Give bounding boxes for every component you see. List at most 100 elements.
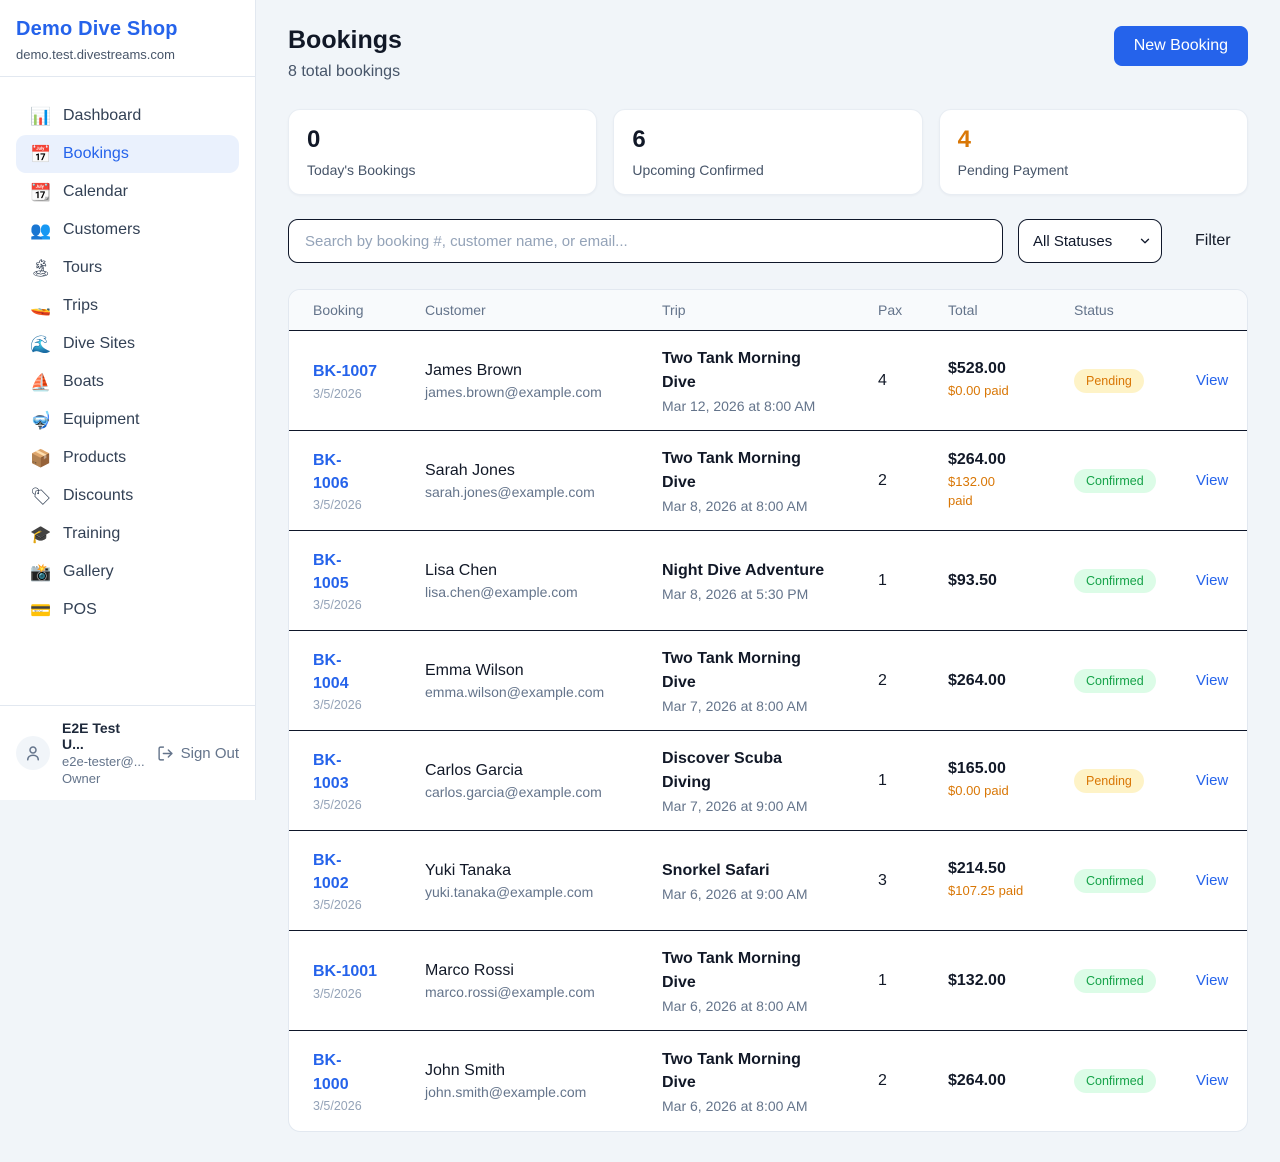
sidebar-item-dashboard[interactable]: 📊 Dashboard — [16, 97, 239, 135]
sidebar-item-bookings[interactable]: 📅 Bookings — [16, 135, 239, 173]
sidebar-item-boats[interactable]: ⛵ Boats — [16, 363, 239, 401]
table-header-row: BookingCustomerTripPaxTotalStatus — [289, 290, 1247, 331]
total-amount: $528.00 — [948, 360, 1062, 378]
sidebar-item-products[interactable]: 📦 Products — [16, 439, 239, 477]
customer-email: emma.wilson@example.com — [425, 684, 650, 700]
booking-date: 3/5/2026 — [313, 898, 413, 912]
sidebar-item-dive-sites[interactable]: 🌊 Dive Sites — [16, 325, 239, 363]
pax-count: 1 — [878, 972, 948, 990]
view-link[interactable]: View — [1196, 372, 1228, 389]
user-role: Owner — [62, 771, 145, 786]
sign-out-button[interactable]: Sign Out — [157, 745, 239, 762]
view-link[interactable]: View — [1196, 972, 1228, 989]
total-amount: $264.00 — [948, 672, 1062, 690]
table-body: BK-1007 3/5/2026 James Brown james.brown… — [289, 331, 1247, 1131]
table-row: BK-1002 3/5/2026 Yuki Tanaka yuki.tanaka… — [289, 831, 1247, 931]
sidebar-item-customers[interactable]: 👥 Customers — [16, 211, 239, 249]
user-info: E2E Test U... e2e-tester@... Owner — [62, 720, 145, 786]
view-link[interactable]: View — [1196, 672, 1228, 689]
customer-email: john.smith@example.com — [425, 1084, 650, 1100]
booking-id-link[interactable]: BK-1006 — [313, 449, 359, 495]
new-booking-button[interactable]: New Booking — [1114, 26, 1248, 66]
bar-chart-icon: 📊 — [30, 108, 50, 125]
credit-card-icon: 💳 — [30, 602, 50, 619]
view-link[interactable]: View — [1196, 472, 1228, 489]
booking-date: 3/5/2026 — [313, 1099, 413, 1113]
total-amount: $264.00 — [948, 1072, 1062, 1090]
sidebar-item-gallery[interactable]: 📸 Gallery — [16, 553, 239, 591]
booking-id-link[interactable]: BK-1002 — [313, 849, 359, 895]
view-link[interactable]: View — [1196, 1072, 1228, 1089]
sidebar-item-trips[interactable]: 🚤 Trips — [16, 287, 239, 325]
customer-name: Yuki Tanaka — [425, 862, 650, 880]
sidebar-item-calendar[interactable]: 📆 Calendar — [16, 173, 239, 211]
camera-flash-icon: 📸 — [30, 564, 50, 581]
people-icon: 👥 — [30, 222, 50, 239]
sidebar-item-equipment[interactable]: 🤿 Equipment — [16, 401, 239, 439]
customer-name: James Brown — [425, 362, 650, 380]
wave-icon: 🌊 — [30, 336, 50, 353]
sidebar-item-training[interactable]: 🎓 Training — [16, 515, 239, 553]
stats-row: 0Today's Bookings6Upcoming Confirmed4Pen… — [288, 109, 1248, 195]
pax-count: 1 — [878, 772, 948, 790]
status-badge: Confirmed — [1074, 1069, 1156, 1093]
filter-row: All Statuses Filter — [288, 219, 1248, 263]
booking-id-link[interactable]: BK-1004 — [313, 649, 359, 695]
booking-id-link[interactable]: BK-1005 — [313, 549, 359, 595]
table-row: BK-1006 3/5/2026 Sarah Jones sarah.jones… — [289, 431, 1247, 531]
page-title-block: Bookings 8 total bookings — [288, 26, 402, 81]
shop-domain: demo.test.divestreams.com — [16, 47, 239, 62]
booking-id-link[interactable]: BK-1007 — [313, 360, 377, 383]
stat-label: Today's Bookings — [307, 162, 578, 178]
paid-amount: $107.25 paid — [948, 882, 1062, 900]
booking-date: 3/5/2026 — [313, 598, 413, 612]
booking-id-link[interactable]: BK-1003 — [313, 749, 359, 795]
view-link[interactable]: View — [1196, 572, 1228, 589]
avatar — [16, 736, 50, 770]
paid-amount: $0.00 paid — [948, 782, 1062, 800]
status-filter-wrap: All Statuses — [1018, 219, 1162, 263]
user-name: E2E Test U... — [62, 720, 145, 752]
pax-count: 4 — [878, 372, 948, 390]
person-icon — [24, 744, 42, 762]
stat-value: 4 — [958, 126, 1229, 154]
view-link[interactable]: View — [1196, 872, 1228, 889]
column-header-pax: Pax — [878, 302, 948, 318]
trip-name: Discover Scuba Diving — [662, 747, 832, 793]
table-row: BK-1005 3/5/2026 Lisa Chen lisa.chen@exa… — [289, 531, 1247, 631]
booking-id-link[interactable]: BK-1000 — [313, 1049, 359, 1095]
sidebar-item-tours[interactable]: 🏝 Tours — [16, 249, 239, 287]
customer-email: lisa.chen@example.com — [425, 584, 650, 600]
booking-date: 3/5/2026 — [313, 498, 413, 512]
sidebar-item-discounts[interactable]: 🏷 Discounts — [16, 477, 239, 515]
user-footer: E2E Test U... e2e-tester@... Owner Sign … — [0, 705, 255, 800]
filter-button[interactable]: Filter — [1195, 232, 1231, 250]
booking-date: 3/5/2026 — [313, 798, 413, 812]
stat-value: 6 — [632, 126, 903, 154]
customer-email: sarah.jones@example.com — [425, 484, 650, 500]
trip-datetime: Mar 7, 2026 at 9:00 AM — [662, 798, 866, 814]
customer-email: carlos.garcia@example.com — [425, 784, 650, 800]
sidebar-item-pos[interactable]: 💳 POS — [16, 591, 239, 629]
booking-id-link[interactable]: BK-1001 — [313, 960, 377, 983]
customer-email: yuki.tanaka@example.com — [425, 884, 650, 900]
total-amount: $165.00 — [948, 760, 1062, 778]
status-badge: Pending — [1074, 369, 1144, 393]
trip-name: Two Tank Morning Dive — [662, 1048, 832, 1094]
trip-name: Snorkel Safari — [662, 859, 832, 882]
page-title: Bookings — [288, 26, 402, 55]
sailboat-icon: ⛵ — [30, 374, 50, 391]
speedboat-icon: 🚤 — [30, 298, 50, 315]
sidebar-nav: 📊 Dashboard 📅 Bookings 📆 Calendar 👥 Cust… — [0, 77, 255, 629]
status-filter-select[interactable]: All Statuses — [1018, 219, 1162, 263]
trip-datetime: Mar 12, 2026 at 8:00 AM — [662, 398, 866, 414]
sidebar-header: Demo Dive Shop demo.test.divestreams.com — [0, 0, 255, 77]
customer-email: james.brown@example.com — [425, 384, 650, 400]
stat-card: 4Pending Payment — [939, 109, 1248, 195]
view-link[interactable]: View — [1196, 772, 1228, 789]
booking-date: 3/5/2026 — [313, 698, 413, 712]
customer-name: Marco Rossi — [425, 962, 650, 980]
search-input[interactable] — [288, 219, 1003, 263]
customer-name: Emma Wilson — [425, 662, 650, 680]
sign-out-icon — [157, 745, 174, 762]
